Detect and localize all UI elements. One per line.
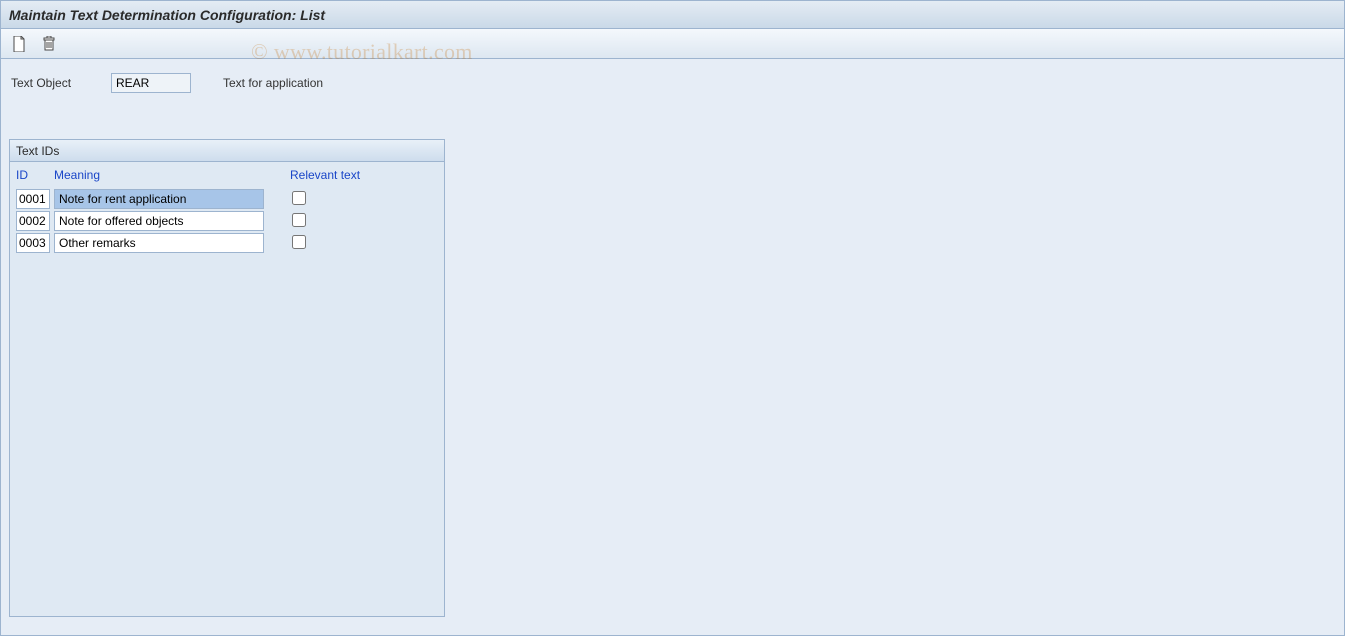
meta-row: Text Object Text for application — [1, 59, 1344, 99]
column-header-row: ID Meaning Relevant text — [14, 164, 440, 188]
text-object-label: Text Object — [11, 76, 91, 90]
panel-title: Text IDs — [16, 144, 59, 158]
meaning-input[interactable] — [54, 211, 264, 231]
panel-header: Text IDs — [10, 140, 444, 162]
window-title: Maintain Text Determination Configuratio… — [1, 1, 1344, 29]
text-object-description: Text for application — [223, 76, 323, 90]
text-ids-panel: Text IDs ID Meaning Relevant text — [9, 139, 445, 617]
relevant-checkbox[interactable] — [292, 213, 306, 227]
text-object-input[interactable] — [111, 73, 191, 93]
relevant-checkbox-wrap — [292, 235, 306, 252]
trash-icon[interactable] — [37, 33, 61, 55]
meaning-input[interactable] — [54, 233, 264, 253]
relevant-checkbox-wrap — [292, 213, 306, 230]
table-row — [14, 210, 440, 232]
column-header-id: ID — [16, 168, 50, 182]
panel-body: ID Meaning Relevant text — [10, 162, 444, 256]
column-header-relevant: Relevant text — [290, 168, 360, 182]
page-title: Maintain Text Determination Configuratio… — [9, 7, 325, 23]
relevant-checkbox[interactable] — [292, 235, 306, 249]
document-icon[interactable] — [7, 33, 31, 55]
toolbar — [1, 29, 1344, 59]
id-input[interactable] — [16, 189, 50, 209]
relevant-checkbox[interactable] — [292, 191, 306, 205]
relevant-checkbox-wrap — [292, 191, 306, 208]
table-row — [14, 232, 440, 254]
id-input[interactable] — [16, 233, 50, 253]
id-input[interactable] — [16, 211, 50, 231]
column-header-meaning: Meaning — [54, 168, 264, 182]
table-row — [14, 188, 440, 210]
meaning-input[interactable] — [54, 189, 264, 209]
